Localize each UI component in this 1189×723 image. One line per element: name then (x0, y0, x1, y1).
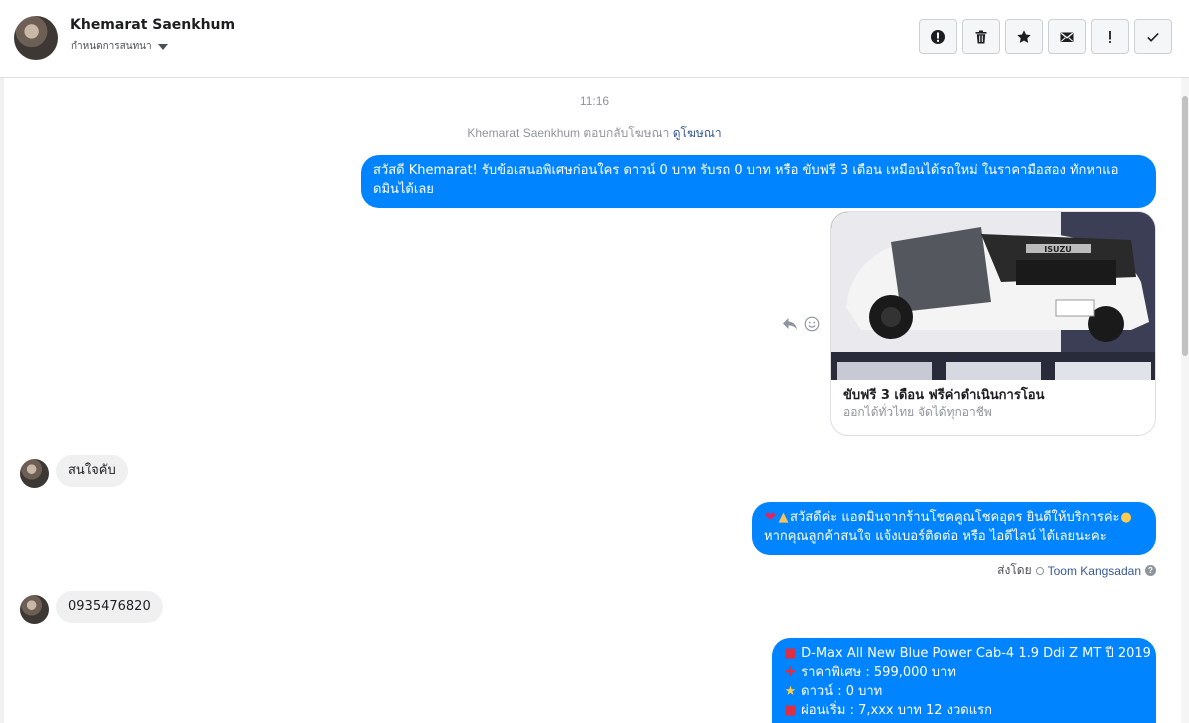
pushpin-icon: ✚ (785, 665, 796, 680)
message-timestamp: 11:16 (579, 94, 610, 108)
praying-hands-icon: ▲ (778, 510, 789, 525)
reply-icon[interactable] (782, 317, 798, 331)
exclamation-icon (1109, 30, 1111, 43)
message-line: ★ ดาวน์ : 0 บาท (784, 682, 1144, 701)
ad-reply-text: Khemarat Saenkhum ตอบกลับโฆษณา (467, 126, 670, 140)
car-image: ISUZU (831, 212, 1155, 380)
conversation-options-dropdown[interactable]: กำหนดการสนทนา (71, 39, 168, 54)
heart-icon: ❤ (765, 510, 776, 525)
sender-name[interactable]: Toom Kangsadan (1048, 564, 1141, 578)
message-line: สวัสดี Khemarat! รับข้อเสนอพิเศษก่อนใคร … (373, 163, 1119, 178)
ad-card-title: ขับฟรี 3 เดือน ฟรีค่าดำเนินการโอน (843, 388, 1045, 403)
action-toolbar (919, 19, 1172, 54)
sent-by-info: ส่งโดย Toom Kangsadan ? (997, 561, 1156, 580)
contact-name[interactable]: Khemarat Saenkhum (70, 17, 235, 33)
message-text: ราคาพิเศษ : 599,000 บาท (801, 665, 956, 680)
status-icon (1035, 566, 1044, 575)
done-button[interactable] (1134, 19, 1172, 54)
checkmark-icon (1147, 32, 1159, 42)
sent-by-label: ส่งโดย (997, 563, 1032, 577)
message-text: สวัสดีค่ะ แอดมินจากร้านโชคคูณโชคอุดร ยิน… (790, 510, 1120, 525)
left-border (0, 78, 4, 723)
contact-avatar-small[interactable] (20, 595, 49, 624)
message-line: ดมินได้เลย (373, 182, 434, 197)
car-icon: ■ (784, 703, 797, 718)
message-line: ■ D-Max All New Blue Power Cab-4 1.9 Ddi… (784, 644, 1151, 663)
caret-down-icon (157, 43, 168, 50)
delete-button[interactable] (962, 19, 1000, 54)
star-icon (1017, 29, 1031, 43)
message-tools (782, 316, 820, 332)
outgoing-message[interactable]: สวัสดี Khemarat! รับข้อเสนอพิเศษก่อนใคร … (361, 155, 1156, 208)
ad-card[interactable]: ISUZU ขับฟรี 3 เดือน ฟรีค่าดำเนินการโอน … (830, 211, 1156, 436)
car-icon: ■ (784, 646, 797, 661)
ad-card-subtitle: ออกได้ทั่วไทย จัดได้ทุกอาชีพ (843, 405, 992, 419)
help-icon[interactable]: ? (1145, 565, 1156, 576)
star-button[interactable] (1005, 19, 1043, 54)
message-line: ❤ ▲ สวัสดีค่ะ แอดมินจากร้านโชคคูณโชคอุดร ย… (764, 508, 1144, 527)
conversation-header: Khemarat Saenkhum กำหนดการสนทนา (0, 0, 1189, 78)
contact-avatar[interactable] (14, 16, 58, 60)
incoming-message[interactable]: 0935476820 (56, 591, 163, 623)
envelope-icon (1060, 32, 1074, 42)
incoming-message[interactable]: สนใจคับ (56, 455, 128, 487)
message-line: ✚ ราคาพิเศษ : 599,000 บาท (784, 663, 1144, 682)
conversation-options-label: กำหนดการสนทนา (71, 41, 152, 52)
message-text: D-Max All New Blue Power Cab-4 1.9 Ddi Z… (801, 646, 1151, 661)
heart-eyes-icon: ● (1120, 510, 1132, 525)
outgoing-message[interactable]: ❤ ▲ สวัสดีค่ะ แอดมินจากร้านโชคคูณโชคอุดร ย… (752, 502, 1156, 555)
message-text: ดาวน์ : 0 บาท (801, 684, 883, 699)
outgoing-message[interactable]: ■ D-Max All New Blue Power Cab-4 1.9 Ddi… (772, 638, 1156, 723)
car-brand-text: ISUZU (1044, 245, 1072, 254)
ad-reply-note: Khemarat Saenkhum ตอบกลับโฆษณา ดูโฆษณา (0, 124, 1189, 143)
contact-avatar-small[interactable] (20, 459, 49, 488)
message-line: ■ ผ่อนเริ่ม : 7,xxx บาท 12 งวดแรก (784, 701, 1144, 720)
alert-circle-icon (931, 29, 945, 44)
mark-unread-button[interactable] (1048, 19, 1086, 54)
message-line: หากคุณลูกค้าสนใจ แจ้งเบอร์ติดต่อ หรือ ไอ… (764, 529, 1107, 544)
star-emoji-icon: ★ (784, 684, 797, 699)
emoji-reaction-icon[interactable] (804, 316, 820, 332)
view-ad-link[interactable]: ดูโฆษณา (673, 126, 722, 140)
trash-icon (975, 30, 987, 43)
message-text: ผ่อนเริ่ม : 7,xxx บาท 12 งวดแรก (801, 703, 992, 718)
report-button[interactable] (919, 19, 957, 54)
important-button[interactable] (1091, 19, 1129, 54)
